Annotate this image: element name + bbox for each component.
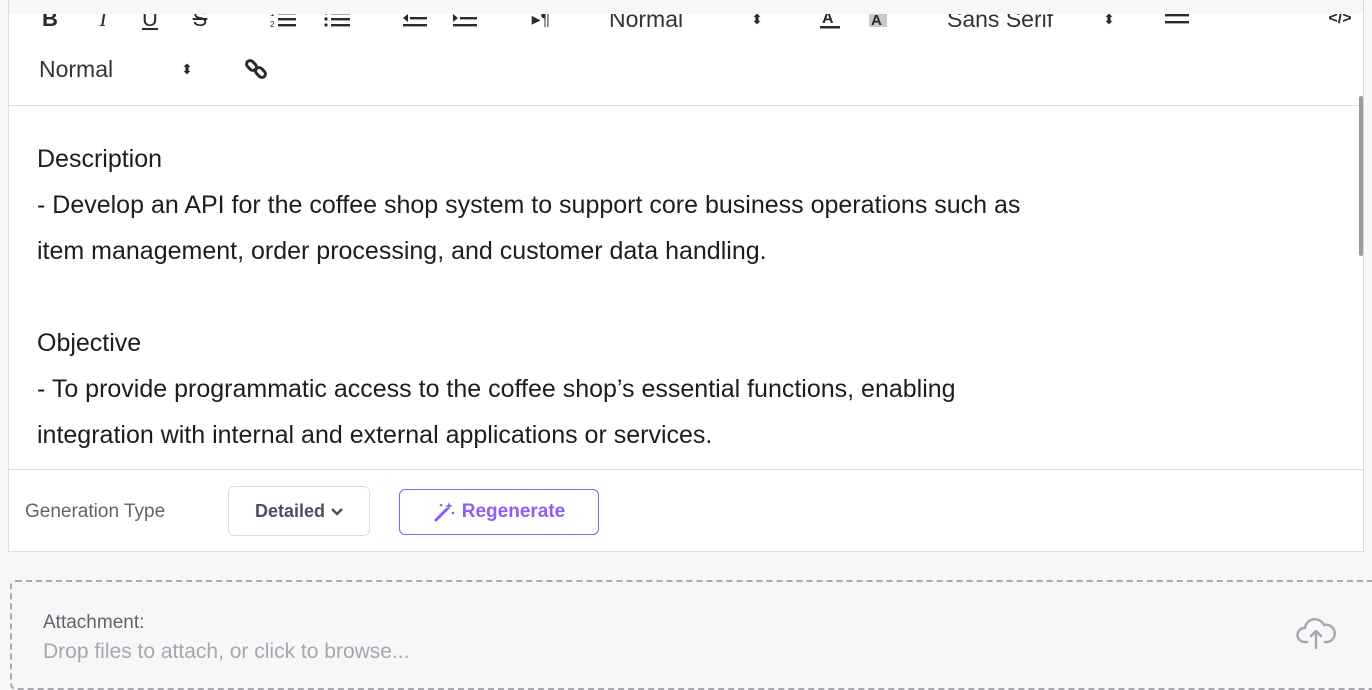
toolbar-clip <box>9 0 1363 14</box>
generation-bar: Generation Type Detailed Regenerate <box>8 470 1364 552</box>
content-line: - To provide programmatic access to the … <box>37 375 956 403</box>
link-icon[interactable] <box>243 52 269 86</box>
regenerate-button[interactable]: Regenerate <box>399 489 599 535</box>
editor-toolbar: B I U S 12 ▸¶ Normal ⬍ A A <box>9 0 1363 106</box>
editor-scrollbar[interactable] <box>1359 96 1363 256</box>
editor-content[interactable]: Description - Develop an API for the cof… <box>9 106 1363 469</box>
svg-text:2: 2 <box>270 20 275 29</box>
attachment-label: Attachment: <box>43 612 145 633</box>
content-line: item management, order processing, and c… <box>37 237 767 265</box>
cloud-upload-icon <box>1296 616 1336 655</box>
regenerate-label: Regenerate <box>461 501 566 522</box>
magic-wand-icon <box>433 501 455 523</box>
generation-type-select[interactable]: Detailed <box>228 486 370 536</box>
content-line: - Develop an API for the coffee shop sys… <box>37 191 1021 219</box>
svg-text:A: A <box>871 12 882 29</box>
attachment-hint: Drop files to attach, or click to browse… <box>43 640 410 663</box>
rich-text-editor: B I U S 12 ▸¶ Normal ⬍ A A <box>8 0 1364 470</box>
generation-type-label: Generation Type <box>25 501 166 522</box>
generation-type-value: Detailed <box>254 500 326 521</box>
content-heading-objective: Objective <box>37 329 142 357</box>
toolbar-row-2: Normal ⬍ <box>9 44 1363 94</box>
content-line: integration with internal and external a… <box>37 421 713 449</box>
attachment-dropzone[interactable]: Attachment: Drop files to attach, or cli… <box>10 580 1372 690</box>
chevron-down-icon <box>331 504 343 519</box>
size-select[interactable]: Normal <box>39 52 149 86</box>
content-heading-description: Description <box>37 145 163 173</box>
chevron-updown-icon[interactable]: ⬍ <box>179 52 195 86</box>
